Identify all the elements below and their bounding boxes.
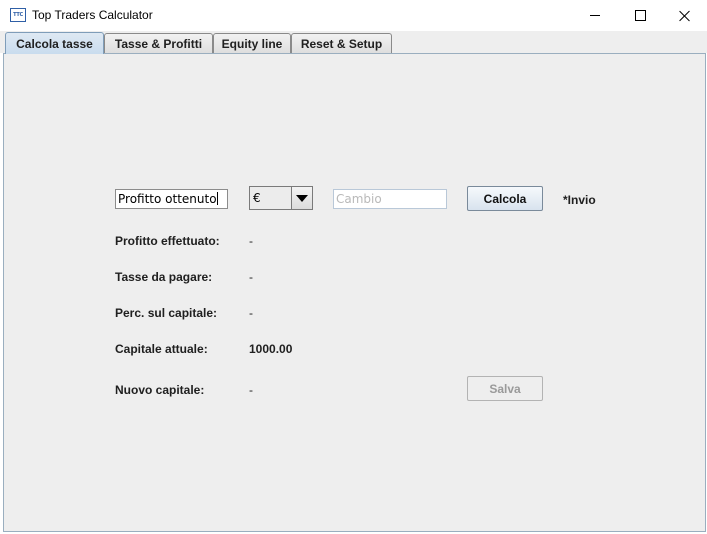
- capital-percent-value: -: [249, 306, 253, 320]
- current-capital-label: Capitale attuale:: [115, 342, 208, 356]
- tab-equity-line[interactable]: Equity line: [213, 33, 291, 53]
- maximize-icon: [634, 10, 646, 21]
- profit-input-value: Profitto ottenuto: [118, 192, 217, 206]
- currency-select[interactable]: €: [249, 186, 313, 210]
- chevron-down-icon: [296, 194, 308, 202]
- minimize-button[interactable]: [572, 0, 618, 31]
- currency-dropdown-button[interactable]: [291, 187, 312, 209]
- taxes-due-label: Tasse da pagare:: [115, 270, 213, 284]
- profit-made-label: Profitto effettuato:: [115, 234, 220, 248]
- new-capital-label: Nuovo capitale:: [115, 383, 205, 397]
- calculate-button[interactable]: Calcola: [467, 186, 543, 211]
- minimize-icon: [590, 15, 600, 16]
- maximize-button[interactable]: [617, 0, 663, 31]
- close-icon: [679, 10, 691, 22]
- save-button[interactable]: Salva: [467, 376, 543, 401]
- window-title: Top Traders Calculator: [32, 8, 153, 22]
- text-caret: [216, 192, 218, 205]
- exchange-rate-placeholder: Cambio: [336, 192, 382, 206]
- capital-percent-label: Perc. sul capitale:: [115, 306, 218, 320]
- calcola-tasse-panel: [3, 53, 706, 532]
- title-bar: TTC Top Traders Calculator: [0, 0, 707, 31]
- current-capital-value: 1000.00: [249, 342, 293, 356]
- tab-tasse-profitti[interactable]: Tasse & Profitti: [104, 33, 213, 53]
- exchange-rate-input[interactable]: Cambio: [333, 189, 447, 209]
- tab-reset-setup[interactable]: Reset & Setup: [291, 33, 392, 53]
- app-icon: TTC: [10, 8, 26, 22]
- new-capital-value: -: [249, 383, 253, 397]
- profit-made-value: -: [249, 234, 253, 248]
- profit-input[interactable]: Profitto ottenuto: [115, 189, 228, 209]
- tab-calcola-tasse[interactable]: Calcola tasse: [5, 32, 104, 54]
- tab-strip: Calcola tasse Tasse & Profitti Equity li…: [0, 31, 707, 54]
- close-button[interactable]: [662, 0, 707, 31]
- taxes-due-value: -: [249, 270, 253, 284]
- currency-selected-value: €: [253, 191, 261, 205]
- enter-hint: *Invio: [563, 193, 596, 207]
